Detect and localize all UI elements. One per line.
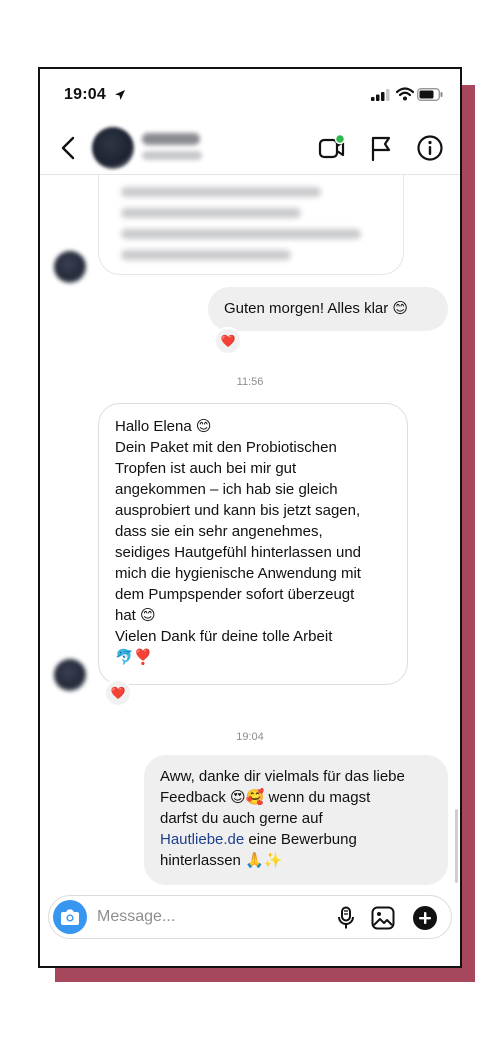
incoming-message[interactable]: Hallo Elena 😊 Dein Paket mit den Probiot…	[98, 403, 408, 685]
microphone-icon[interactable]	[337, 906, 355, 930]
heart-reaction[interactable]: ❤️	[214, 327, 242, 355]
sender-avatar[interactable]	[54, 251, 86, 283]
message-link[interactable]: Hautliebe.de	[160, 831, 244, 848]
message-text: Guten morgen! Alles klar 😊	[224, 300, 409, 317]
message-text: Hallo Elena 😊 Dein Paket mit den Probiot…	[115, 418, 361, 666]
message-timestamp: 11:56	[236, 376, 264, 388]
incoming-message-blurred[interactable]	[98, 175, 404, 275]
flag-icon[interactable]	[368, 134, 394, 162]
status-bar: 19:04	[40, 69, 460, 121]
blurred-text-line	[121, 250, 291, 260]
blurred-text-line	[121, 187, 321, 197]
video-call-icon[interactable]	[318, 134, 346, 162]
conversation-header	[40, 121, 460, 175]
location-arrow-icon	[115, 90, 125, 100]
blurred-text-line	[121, 229, 361, 239]
contact-subtitle-blurred	[142, 151, 202, 160]
chevron-left-icon[interactable]	[58, 135, 80, 161]
contact-avatar[interactable]	[92, 127, 134, 169]
camera-button[interactable]	[53, 900, 87, 934]
contact-name-blurred[interactable]	[142, 133, 200, 145]
message-thread[interactable]: Guten morgen! Alles klar 😊 ❤️ 11:56 Hall…	[40, 175, 460, 891]
scrollbar[interactable]	[455, 809, 458, 883]
blurred-text-line	[121, 208, 301, 218]
camera-icon	[61, 909, 79, 925]
signal-icon	[371, 89, 390, 101]
outgoing-message[interactable]: Aww, danke dir vielmals für das liebe Fe…	[144, 755, 448, 885]
heart-reaction[interactable]: ❤️	[104, 679, 132, 707]
status-time: 19:04	[64, 86, 106, 103]
wifi-icon	[396, 87, 414, 101]
battery-icon	[417, 88, 443, 101]
message-timestamp: 19:04	[236, 731, 264, 743]
message-composer	[48, 895, 452, 939]
sender-avatar[interactable]	[54, 659, 86, 691]
plus-icon[interactable]	[413, 906, 437, 930]
message-input[interactable]	[97, 906, 317, 928]
phone-screen: 19:04 Guten morgen! Alles klar 😊 ❤️ 11:5…	[38, 67, 462, 968]
message-text: Aww, danke dir vielmals für das liebe Fe…	[160, 768, 405, 869]
outgoing-message[interactable]: Guten morgen! Alles klar 😊	[208, 287, 448, 331]
info-icon[interactable]	[416, 134, 444, 162]
message-text-part: Aww, danke dir vielmals für das liebe Fe…	[160, 768, 405, 827]
gallery-icon[interactable]	[371, 906, 395, 930]
